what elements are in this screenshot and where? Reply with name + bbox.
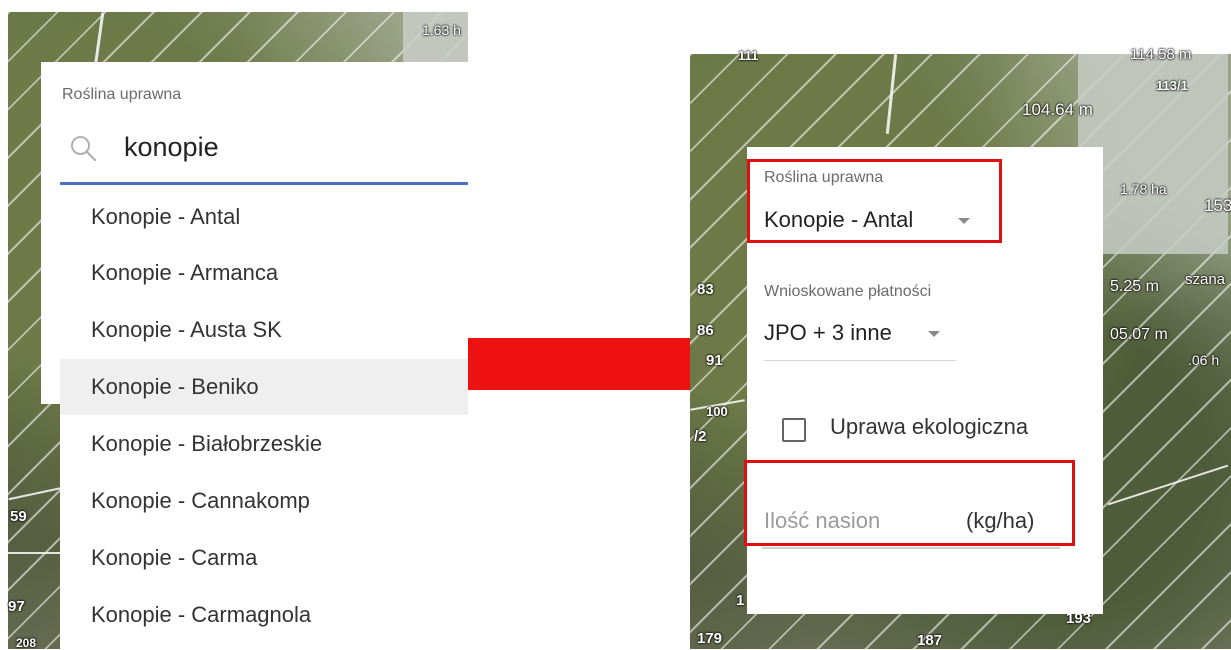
parcel-boundary: [885, 54, 898, 134]
crop-option[interactable]: Konopie - Armanca: [60, 245, 468, 301]
crop-option-highlighted[interactable]: Konopie - Beniko: [60, 359, 468, 415]
map-label: 91: [706, 352, 723, 369]
map-label: 1.63 h: [422, 22, 461, 38]
map-label: /2: [694, 428, 707, 445]
search-icon: [71, 136, 96, 161]
crop-option[interactable]: Konopie - Carmagnola: [60, 587, 468, 643]
organic-checkbox-label: Uprawa ekologiczna: [830, 414, 1029, 439]
map-label: 83: [697, 281, 714, 298]
organic-checkbox[interactable]: [782, 418, 806, 442]
crop-option[interactable]: Konopie - Austa SK: [60, 302, 468, 358]
map-label: 5.25 m: [1110, 278, 1159, 295]
crop-option[interactable]: Konopie - Cannakomp: [60, 473, 468, 529]
map-label: 59: [10, 508, 27, 525]
chevron-down-icon: [928, 331, 940, 337]
map-label: 113/1: [1156, 78, 1188, 93]
map-label: 86: [697, 322, 714, 339]
map-label: 1.78 ha: [1120, 181, 1167, 197]
payments-field-label: Wnioskowane płatności: [764, 283, 932, 300]
map-label: 05.07 m: [1110, 326, 1168, 343]
chevron-down-icon: [958, 218, 970, 224]
crop-option[interactable]: Konopie - Antal: [60, 189, 468, 245]
map-label: 114.58 m: [1130, 46, 1192, 63]
map-label: 97: [8, 598, 25, 615]
map-label: 179: [697, 630, 723, 647]
map-label: 187: [917, 632, 943, 649]
search-input-underline: [60, 182, 468, 185]
map-label: 1: [736, 592, 745, 609]
map-label: 208: [16, 636, 37, 650]
map-label: 104.64 m: [1022, 100, 1093, 119]
map-label: 100: [706, 404, 728, 419]
seed-unit-label: (kg/ha): [966, 508, 1035, 533]
crop-search-input[interactable]: konopie: [124, 132, 219, 163]
seed-input-underline: [762, 547, 1060, 549]
map-label: szana: [1185, 271, 1226, 288]
parcel-boundary: [8, 485, 68, 501]
crop-option[interactable]: Konopie - Białobrzeskie: [60, 416, 468, 472]
payments-underline: [764, 360, 956, 361]
crop-select[interactable]: Konopie - Antal: [764, 207, 913, 233]
map-label: .06 h: [1188, 352, 1220, 368]
crop-option[interactable]: Konopie - Carma: [60, 530, 468, 586]
parcel-boundary: [1107, 464, 1229, 506]
map-label: 153: [1204, 196, 1231, 215]
parcel-boundary: [8, 552, 63, 554]
payments-select[interactable]: JPO + 3 inne: [764, 320, 892, 346]
crop-field-label: Roślina uprawna: [764, 169, 884, 186]
map-label: 111: [738, 48, 759, 63]
seed-amount-input[interactable]: Ilość nasion: [764, 508, 880, 534]
crop-field-label: Roślina uprawna: [62, 86, 182, 103]
